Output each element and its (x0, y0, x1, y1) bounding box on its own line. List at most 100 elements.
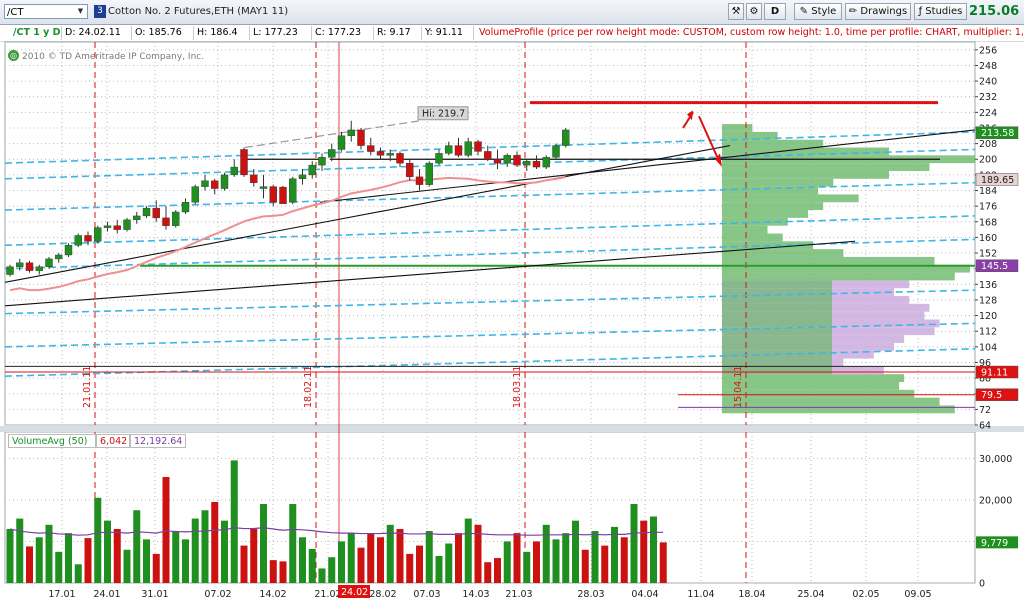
price-tick-label: 176 (979, 202, 997, 213)
price-tick-label: 248 (979, 61, 997, 72)
volume-badge-label: 9,779 (981, 538, 1008, 549)
volume-bar (240, 545, 248, 583)
price-tick-label: 256 (979, 45, 997, 56)
candle-body (347, 129, 355, 136)
volume-bar (162, 477, 170, 583)
price-tick-label: 184 (979, 186, 997, 197)
candle-body (220, 174, 229, 189)
candle-body (45, 258, 53, 267)
period-marker-label: 15.04.11 (733, 366, 744, 408)
candle-body (230, 166, 238, 176)
date-tick-label: 21.02 (314, 589, 341, 600)
volume-profile-row (722, 233, 783, 242)
candle-body (367, 145, 375, 152)
date-tick-label: 28.02 (369, 589, 396, 600)
candle-body (123, 219, 131, 230)
date-tick-label: 25.04 (797, 589, 824, 600)
candle-body (357, 129, 365, 146)
candle-body (181, 202, 190, 213)
candle-body (562, 129, 570, 146)
volume-profile-row (722, 405, 955, 414)
volume-bar (523, 551, 531, 583)
candle-body (172, 211, 180, 226)
candle-body (142, 207, 151, 217)
volume-bar (35, 537, 43, 583)
volume-profile-row (722, 202, 824, 211)
candle-body (289, 178, 297, 203)
volume-bar (630, 504, 638, 583)
volume-profile-row-inner (722, 358, 832, 367)
candle-body (542, 157, 550, 168)
candle-body (250, 174, 258, 183)
volume-bar (26, 546, 33, 583)
volume-bar (152, 553, 160, 583)
date-tick-label: 14.03 (462, 589, 489, 600)
volume-bar (55, 551, 63, 583)
volume-bar (299, 537, 306, 583)
volume-bar (406, 553, 414, 583)
volume-profile-row (722, 170, 889, 179)
date-tick-label: 07.02 (204, 589, 231, 600)
volume-bar (503, 541, 511, 583)
volume-bar (74, 564, 82, 583)
volume-bar (659, 542, 667, 583)
copyright-text: 2010 © TD Ameritrade IP Company, Inc. (22, 52, 205, 62)
volume-bar (279, 561, 287, 583)
volume-bar (396, 528, 404, 583)
volume-study-title[interactable]: VolumeAvg (50) (8, 434, 96, 448)
volume-bar (269, 560, 277, 583)
price-tick-label: 104 (979, 342, 997, 353)
date-tick-label: 24.01 (93, 589, 120, 600)
price-badge-label: 145.5 (981, 261, 1008, 272)
price-chart[interactable]: 6472808896104112120128136144152160168176… (0, 0, 1024, 604)
volume-value: 6,042 (96, 434, 130, 448)
date-tick-label: 04.04 (631, 589, 658, 600)
price-tick-label: 232 (979, 92, 997, 103)
candle-body (201, 180, 209, 187)
volume-bar (201, 510, 209, 583)
volume-bar (104, 520, 111, 583)
volume-bar (16, 518, 24, 583)
candle-body (133, 215, 141, 221)
volume-bar (367, 533, 375, 583)
volume-profile-row (722, 382, 900, 390)
candle-body (152, 207, 160, 219)
volume-bar (6, 528, 14, 583)
volume-bar (435, 555, 443, 583)
candle-body (523, 160, 531, 166)
period-marker-label: 18.03.11 (512, 366, 523, 408)
candle-body (308, 164, 316, 176)
volume-profile-row (722, 256, 935, 265)
candle-body (386, 153, 394, 156)
date-tick-label: 07.03 (413, 589, 440, 600)
high-label: Hi: 219.7 (422, 109, 465, 120)
volume-profile-row (722, 210, 809, 218)
volume-bar (445, 543, 453, 583)
volume-profile-row (722, 389, 915, 398)
volume-bar (601, 545, 609, 583)
price-tick-label: 112 (979, 327, 997, 338)
volume-profile-row (722, 124, 753, 132)
volume-bar (357, 547, 365, 583)
candle-body (298, 174, 307, 179)
candle-body (55, 254, 63, 260)
candle-body (376, 151, 385, 156)
date-tick-label: 11.04 (687, 589, 714, 600)
volume-bar (143, 539, 150, 583)
volume-avg-value: 12,192.64 (130, 434, 186, 448)
volume-bar (133, 510, 141, 583)
candle-body (6, 266, 14, 275)
candle-body (84, 235, 92, 242)
volume-pane (4, 431, 976, 584)
volume-bar (513, 533, 521, 583)
date-tick-label: 09.05 (904, 589, 931, 600)
volume-bar (494, 558, 501, 583)
candle-body (454, 145, 463, 156)
candle-body (259, 186, 268, 189)
price-tick-label: 152 (979, 249, 997, 260)
candle-body (25, 262, 34, 271)
price-tick-label: 120 (979, 311, 997, 322)
candle-body (464, 141, 472, 156)
candle-body (16, 262, 24, 267)
volume-bar (552, 539, 560, 583)
